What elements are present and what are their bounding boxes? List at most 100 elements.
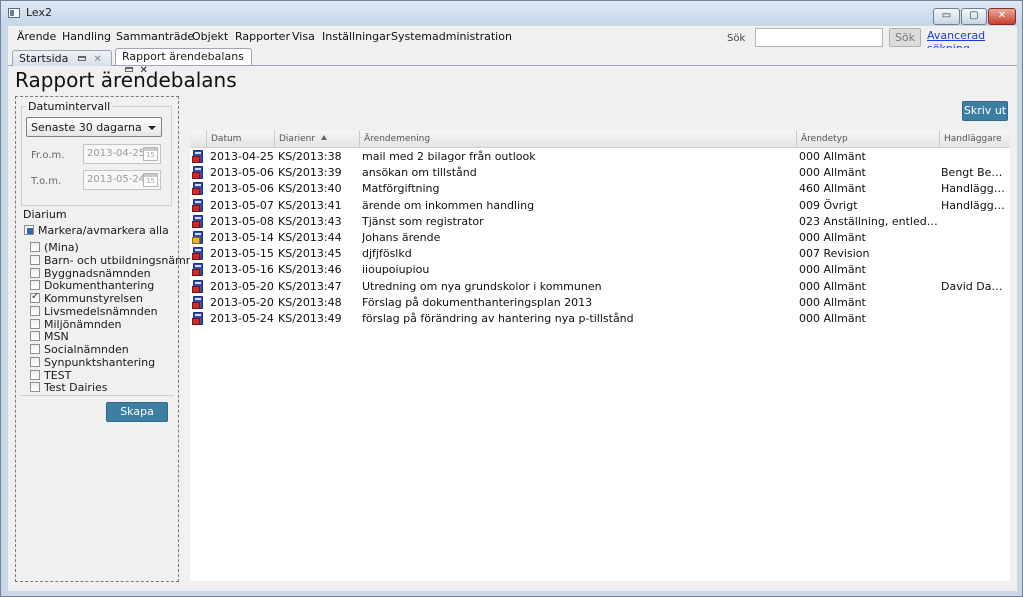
cell-datum: 2013-05-07 <box>210 198 274 212</box>
cell-typ: 000 Allmänt <box>799 295 866 309</box>
diary-label: Test Dairies <box>44 381 108 395</box>
menu-sammantrade[interactable]: Sammanträde <box>116 30 194 43</box>
from-date-value: 2013-04-25 <box>87 148 146 159</box>
to-date-field[interactable]: 2013-05-24 15 <box>83 170 161 190</box>
cell-datum: 2013-05-20 <box>210 295 274 309</box>
print-button[interactable]: Skriv ut <box>962 101 1008 121</box>
diary-checkbox-row[interactable]: Socialnämnden <box>30 343 129 356</box>
diary-checkbox-row[interactable]: Livsmedelsnämnden <box>30 305 158 318</box>
calendar-icon[interactable]: 15 <box>143 173 158 187</box>
cell-diarienr: KS/2013:48 <box>278 295 342 309</box>
filter-panel: Datumintervall Senaste 30 dagarna Fr.o.m… <box>15 96 214 582</box>
diary-checkbox-row[interactable]: Miljönämnden <box>30 318 122 331</box>
table-row[interactable]: 2013-05-06 KS/2013:39 ansökan om tillstånd… <box>190 165 1010 181</box>
chevron-down-icon <box>148 126 156 130</box>
diarium-title: Diarium <box>21 208 69 221</box>
date-range-select[interactable]: Senaste 30 dagarna <box>26 117 162 137</box>
from-label: Fr.o.m. <box>31 150 65 161</box>
table-row[interactable]: 2013-05-14 KS/2013:44 Johans ärende 000 All… <box>190 230 1010 246</box>
cell-diarienr: KS/2013:49 <box>278 312 342 325</box>
table-row[interactable]: 2013-05-20 KS/2013:48 Förslag på dokumenth… <box>190 295 1010 311</box>
close-tab-icon[interactable]: ✕ <box>93 54 101 65</box>
column-header-datum[interactable]: Datum <box>206 131 274 148</box>
cell-handlaggare: Bengt Bengtsson <box>941 166 1007 180</box>
cell-handlaggare: David Davidsson <box>941 279 1007 293</box>
diary-checkbox-row[interactable]: Synpunktshantering <box>30 356 155 369</box>
tab-startsida[interactable]: Startsida ✕ <box>12 50 112 67</box>
menu-objekt[interactable]: Objekt <box>192 30 228 43</box>
diary-label: TEST <box>44 368 72 382</box>
menu-handling[interactable]: Handling <box>62 30 111 43</box>
close-button[interactable]: ✕ <box>988 8 1016 25</box>
checkbox[interactable] <box>30 280 40 291</box>
checkbox[interactable] <box>30 382 40 393</box>
checkbox[interactable] <box>30 369 40 380</box>
search-input[interactable] <box>755 28 883 47</box>
cell-typ: 000 Allmänt <box>799 312 866 325</box>
checkbox[interactable] <box>24 225 34 235</box>
sort-ascending-icon <box>321 135 328 140</box>
case-icon <box>192 247 203 261</box>
tab-strip: Startsida ✕ Rapport ärendebalans ✕ <box>8 48 1017 76</box>
menu-installningar[interactable]: Inställningar <box>322 30 390 43</box>
checkbox[interactable] <box>30 291 40 303</box>
cell-datum: 2013-05-15 <box>210 247 274 261</box>
cell-diarienr: KS/2013:46 <box>278 263 342 277</box>
diary-checkbox-row[interactable]: (Mina) <box>30 241 79 254</box>
table-row[interactable]: 2013-05-16 KS/2013:46 iioupoiupiou 000 Allm… <box>190 262 1010 278</box>
minimize-button[interactable]: ▭ <box>933 8 960 25</box>
checkbox[interactable] <box>30 267 40 278</box>
table-row[interactable]: 2013-05-15 KS/2013:45 djfjföslkd 007 Revisi… <box>190 246 1010 262</box>
diary-checkbox-row[interactable]: Dokumenthantering <box>30 279 155 293</box>
table-row[interactable]: 2013-05-24 KS/2013:49 förslag på förändrin… <box>190 311 1010 327</box>
table-row[interactable]: 2013-05-08 KS/2013:43 Tjänst som registrat… <box>190 214 1010 230</box>
diary-checkbox-row[interactable]: Test Dairies <box>30 381 108 395</box>
tab-label: Startsida <box>19 52 69 65</box>
checkbox[interactable] <box>30 305 40 316</box>
case-icon <box>192 279 203 293</box>
checkbox[interactable] <box>30 331 40 342</box>
date-range-value: Senaste 30 dagarna <box>31 121 142 134</box>
pin-icon[interactable] <box>77 56 86 61</box>
menu-rapporter[interactable]: Rapporter <box>235 30 290 43</box>
checkbox[interactable] <box>30 356 40 367</box>
menu-visa[interactable]: Visa <box>292 30 315 43</box>
pin-icon[interactable] <box>125 67 133 72</box>
cell-diarienr: KS/2013:41 <box>278 198 342 212</box>
case-icon <box>192 214 203 228</box>
column-header-arendemening[interactable]: Ärendemening <box>359 131 796 148</box>
table-row[interactable]: 2013-05-06 KS/2013:40 Matförgiftning 460 Al… <box>190 181 1010 197</box>
table-row[interactable]: 2013-05-20 KS/2013:47 Utredning om nya gru… <box>190 279 1010 295</box>
column-header-handlaggare[interactable]: Handläggare <box>939 131 1010 148</box>
tab-label: Rapport ärendebalans <box>122 50 244 63</box>
to-label: T.o.m. <box>31 176 62 187</box>
menu-arende[interactable]: Ärende <box>17 30 56 43</box>
diary-label: Dokumenthantering <box>44 279 155 293</box>
checkbox[interactable] <box>30 344 40 354</box>
from-date-field[interactable]: 2013-04-25 15 <box>83 144 161 164</box>
diary-checkbox-row[interactable]: MSN <box>30 330 69 343</box>
column-header-diarienr[interactable]: Diarienr <box>274 131 359 148</box>
cell-mening: Tjänst som registrator <box>362 214 484 228</box>
calendar-icon[interactable]: 15 <box>143 147 158 161</box>
create-button[interactable]: Skapa <box>106 402 168 422</box>
table-row[interactable]: 2013-05-07 KS/2013:41 ärende om inkommen h… <box>190 198 1010 214</box>
checkbox[interactable] <box>30 242 40 252</box>
diary-label: Socialnämnden <box>44 343 129 356</box>
diary-checkbox-row[interactable]: TEST <box>30 368 72 382</box>
checkbox[interactable] <box>30 318 40 329</box>
maximize-button[interactable]: ▢ <box>961 8 987 25</box>
diary-checkbox-row[interactable]: Kommunstyrelsen <box>30 291 143 305</box>
column-header-arendetyp[interactable]: Ärendetyp <box>796 131 939 148</box>
diary-checkbox-row[interactable]: Byggnadsnämnden <box>30 267 151 280</box>
toggle-all-checkbox[interactable]: Markera/avmarkera alla <box>24 224 169 237</box>
close-tab-icon[interactable]: ✕ <box>140 65 148 76</box>
tab-rapport-arendebalans[interactable]: Rapport ärendebalans ✕ <box>115 48 252 76</box>
menu-systemadministration[interactable]: Systemadministration <box>391 30 512 43</box>
diary-checkbox-row[interactable]: Barn- och utbildningsnämnden <box>30 254 214 267</box>
cell-datum: 2013-05-14 <box>210 231 274 244</box>
search-button[interactable]: Sök <box>889 28 921 47</box>
checkbox[interactable] <box>30 254 40 265</box>
table-row[interactable]: 2013-04-25 KS/2013:38 mail med 2 bilagor f… <box>190 149 1010 165</box>
title-bar[interactable]: Lex2 ▭ ▢ ✕ <box>1 1 1022 25</box>
